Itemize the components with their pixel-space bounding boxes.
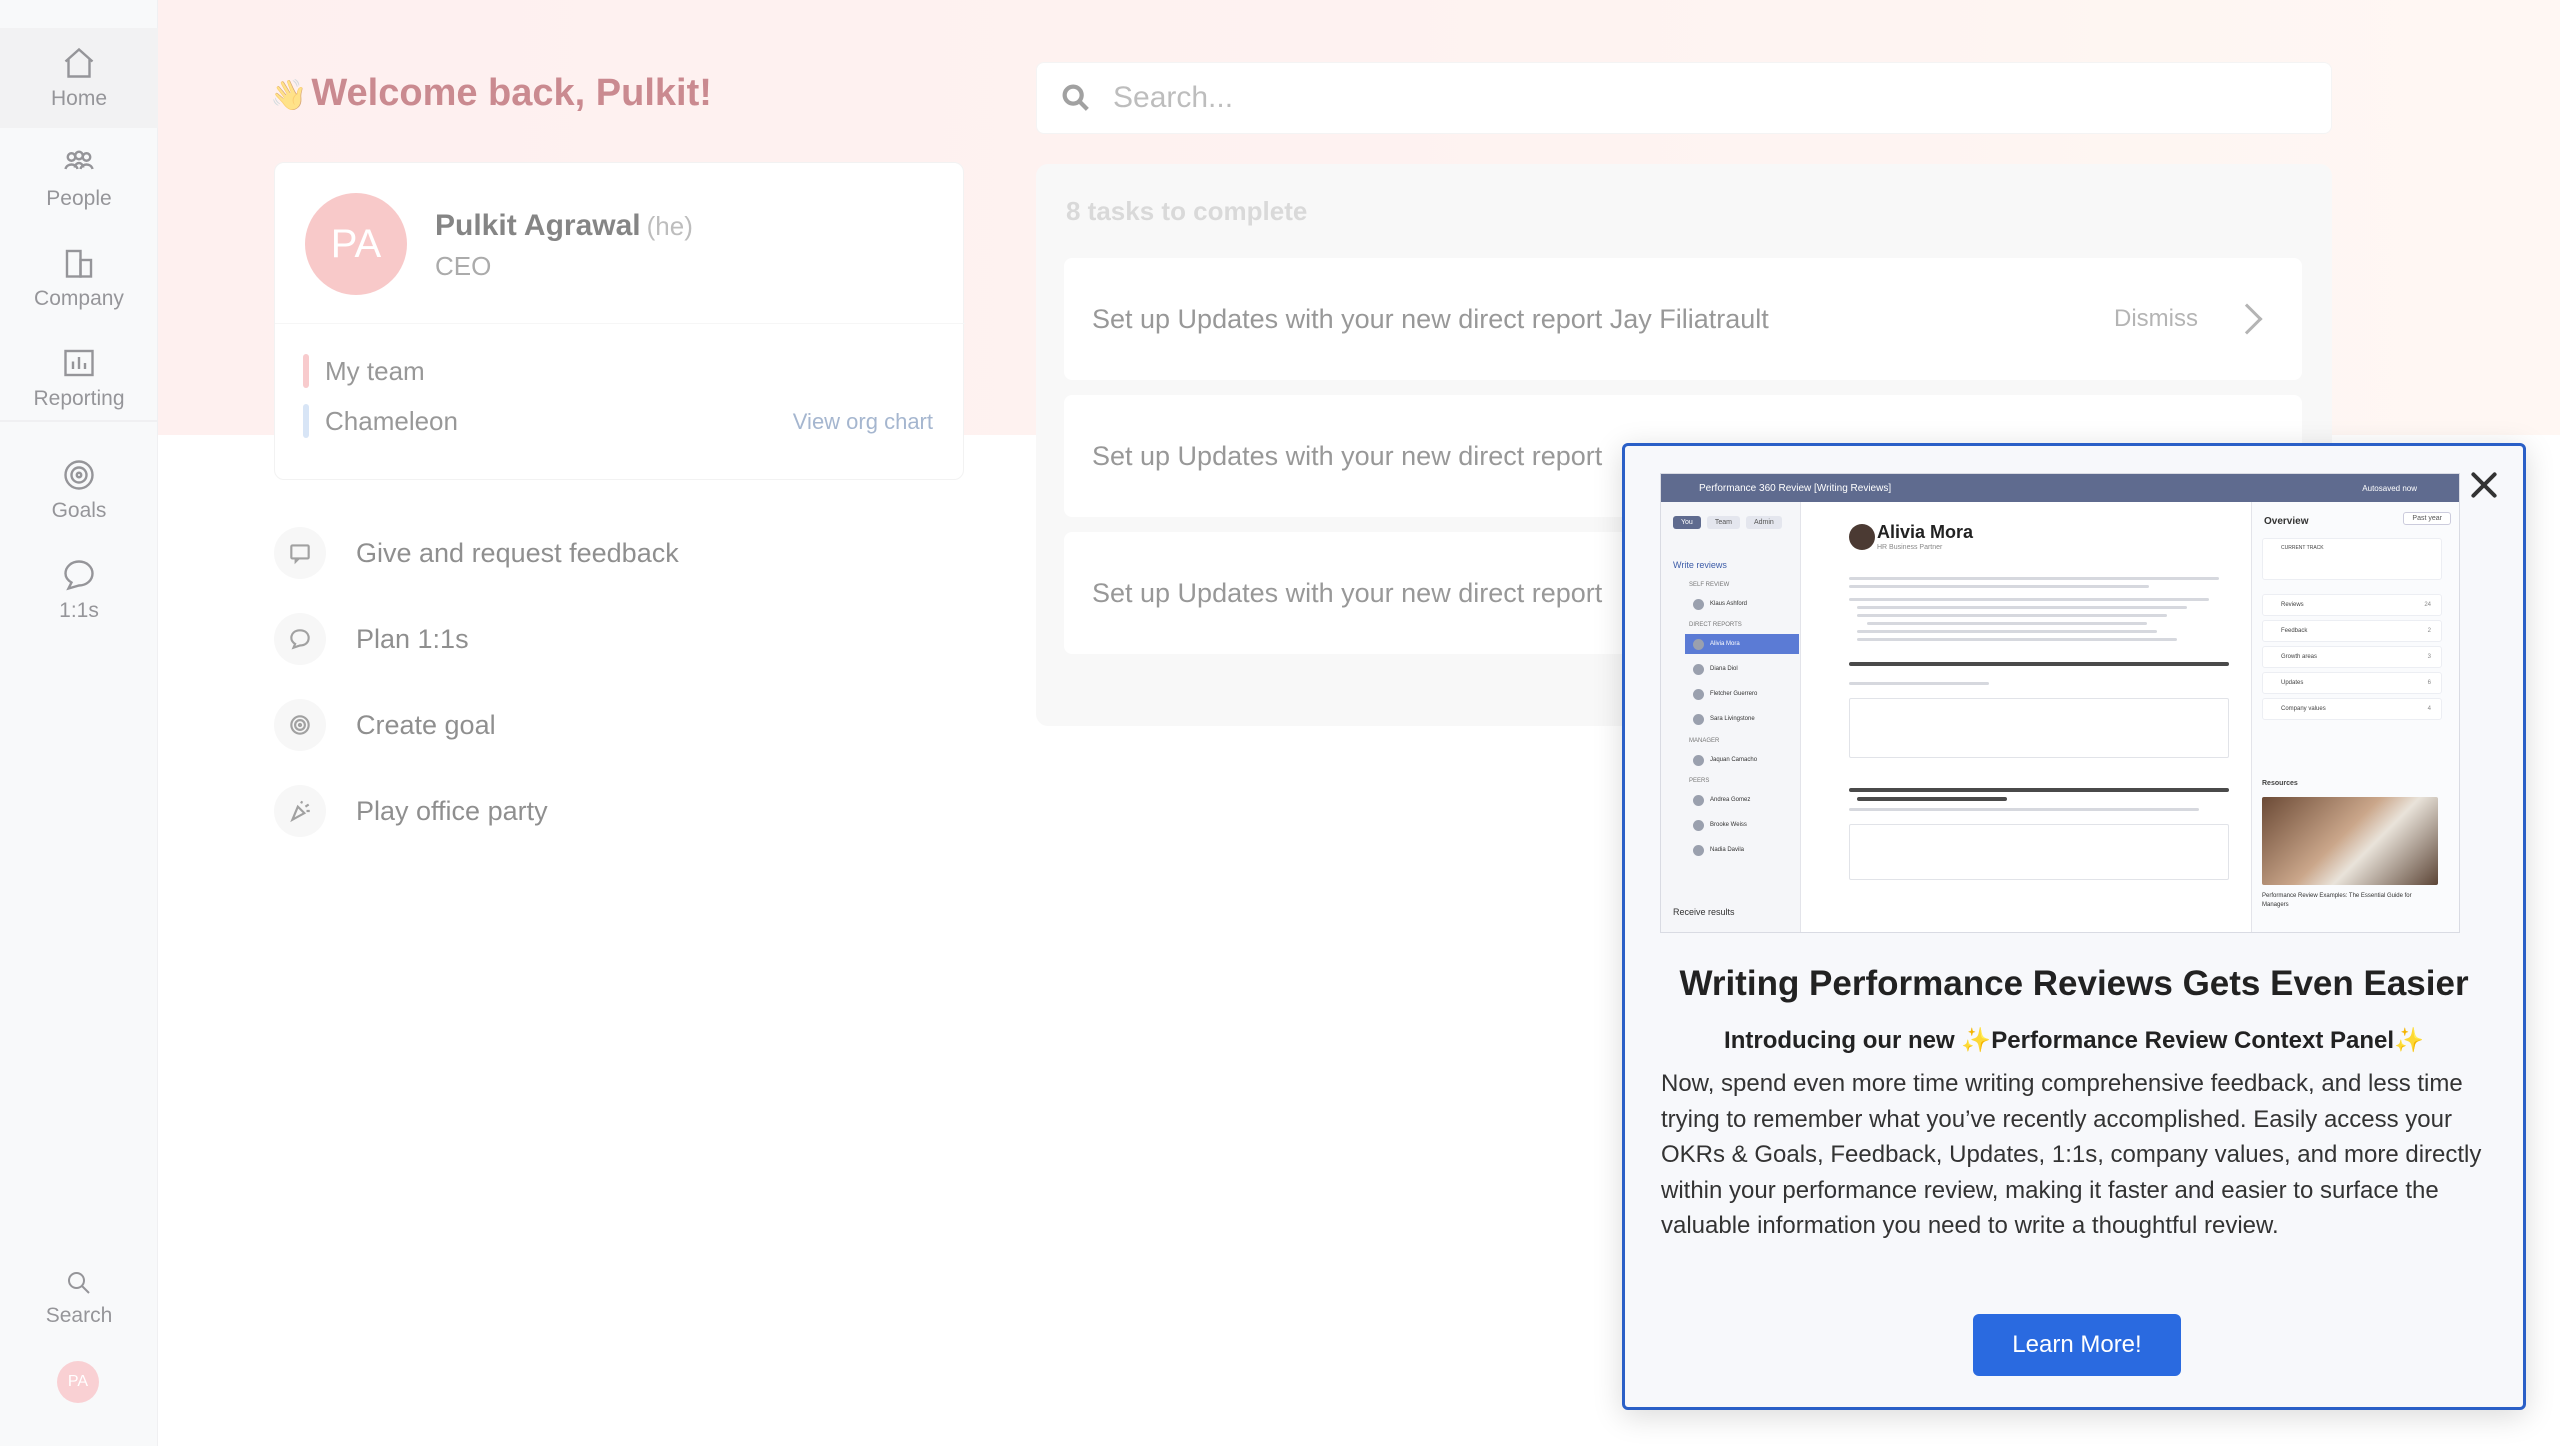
profile-card: PA Pulkit Agrawal (he) CEO My team Chamel… [274, 162, 965, 480]
search-icon [68, 1272, 90, 1294]
page-title: 👋 Welcome back, Pulkit! [270, 72, 712, 114]
quick-action-plan-one-on-ones[interactable]: Plan 1:1s [274, 611, 469, 667]
people-icon [64, 150, 94, 170]
preview-person: Nadia Davila [1685, 840, 1799, 860]
quick-action-create-goal[interactable]: Create goal [274, 697, 496, 753]
preview-context-panel: Overview Past year CURRENT TRACK Reviews… [2251, 502, 2459, 932]
one-on-one-icon [64, 560, 94, 591]
sidebar-item-label: Home [50, 87, 108, 110]
target-icon [290, 715, 310, 735]
modal-subtitle: Introducing our new ✨Performance Review … [1724, 1027, 2424, 1054]
sidebar-item-label: Goals [51, 499, 107, 522]
quick-action-feedback[interactable]: Give and request feedback [274, 525, 679, 581]
preview-tabs: You Team Admin [1673, 516, 1782, 529]
preview-title-bar: Performance 360 Review [Writing Reviews]… [1661, 474, 2459, 502]
sidebar-item-reporting[interactable]: Reporting [0, 328, 158, 428]
sidebar-item-label: 1:1s [59, 599, 99, 622]
preview-avatar [1849, 524, 1875, 550]
reporting-icon [64, 349, 94, 377]
preview-review-form: Alivia Mora HR Business Partner [1809, 502, 2249, 932]
preview-person: Fletcher Guerrero [1685, 684, 1799, 704]
goals-icon [64, 460, 94, 490]
preview-resource-photo [2262, 797, 2438, 885]
preview-person: Sara Livingstone [1685, 709, 1799, 729]
avatar[interactable]: PA [57, 1361, 99, 1403]
sidebar-item-goals[interactable]: Goals [0, 440, 158, 540]
sidebar-item-company[interactable]: Company [0, 228, 158, 328]
team-item-chameleon[interactable]: Chameleon [303, 404, 458, 438]
sidebar-item-search[interactable]: Search [0, 1248, 158, 1348]
quick-action-office-party[interactable]: Play office party [274, 783, 548, 839]
team-item-my-team[interactable]: My team [303, 354, 425, 388]
preview-person: Jaquan Camacho [1685, 750, 1799, 770]
tasks-header: 8 tasks to complete [1066, 196, 1308, 226]
announcement-modal: Performance 360 Review [Writing Reviews]… [1622, 443, 2526, 1410]
sidebar-item-label: Company [34, 287, 124, 310]
sidebar-item-label: People [46, 187, 112, 210]
feature-preview-image: Performance 360 Review [Writing Reviews]… [1660, 473, 2460, 933]
sidebar: Home People Company Reporting Goals 1:1s… [0, 0, 158, 1446]
close-icon[interactable] [2467, 468, 2501, 502]
sidebar-item-home[interactable]: Home [0, 28, 158, 128]
sidebar-item-people[interactable]: People [0, 128, 158, 228]
sidebar-item-label: Search [45, 1304, 113, 1327]
dismiss-button[interactable]: Dismiss [2114, 305, 2198, 333]
profile-avatar[interactable]: PA [305, 193, 407, 295]
profile-pronoun: (he) [646, 211, 693, 241]
modal-title: Writing Performance Reviews Gets Even Ea… [1679, 964, 2469, 1003]
preview-left-panel: You Team Admin Write reviews SELF REVIEW… [1661, 502, 1801, 932]
feedback-icon [290, 544, 310, 565]
party-icon [290, 800, 310, 823]
profile-title: CEO [435, 251, 492, 281]
profile-name[interactable]: Pulkit Agrawal (he) [435, 209, 693, 243]
chevron-right-icon[interactable] [2231, 303, 2263, 335]
modal-body: Now, spend even more time writing compre… [1661, 1070, 2482, 1239]
team-color-bar [303, 404, 309, 438]
home-icon [64, 47, 94, 78]
sidebar-item-label: Reporting [33, 387, 125, 410]
preview-person: Diana Diol [1685, 659, 1799, 679]
task-item[interactable]: Set up Updates with your new direct repo… [1064, 258, 2302, 380]
wave-icon: 👋 [270, 79, 308, 112]
company-icon [65, 249, 93, 278]
team-color-bar [303, 354, 309, 388]
preview-person: Andrea Gomez [1685, 790, 1799, 810]
search-icon [1062, 84, 1089, 111]
sidebar-divider [0, 420, 158, 422]
search-bar[interactable] [1036, 62, 2332, 134]
divider [275, 323, 965, 324]
learn-more-button[interactable]: Learn More! [1973, 1314, 2181, 1376]
chat-icon [290, 629, 310, 650]
preview-person: Alivia Mora [1685, 634, 1799, 654]
search-input[interactable] [1113, 81, 2213, 115]
sidebar-item-one-on-ones[interactable]: 1:1s [0, 540, 158, 640]
preview-person: Brooke Weiss [1685, 815, 1799, 835]
view-org-chart-link[interactable]: View org chart [793, 409, 933, 435]
preview-person: Klaus Ashford [1685, 594, 1799, 614]
